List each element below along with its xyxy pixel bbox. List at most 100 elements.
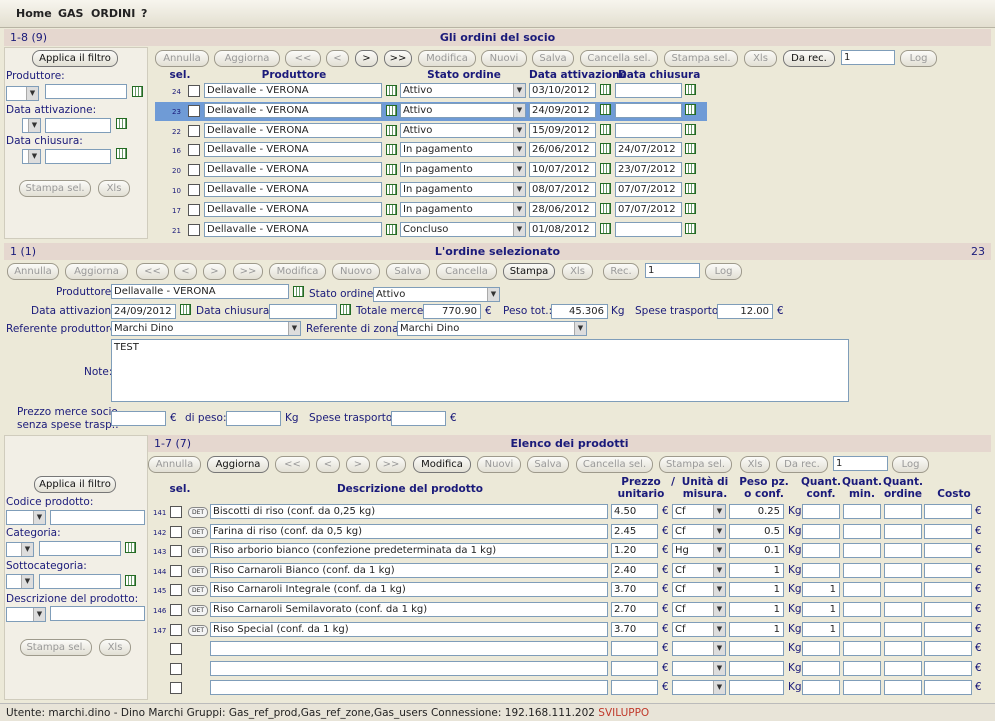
selected-toolbar-button-9[interactable]: Cancella xyxy=(436,263,497,280)
product-weight-field[interactable] xyxy=(729,660,784,676)
products-xls-button[interactable]: Xls xyxy=(99,639,131,656)
calendar-icon[interactable] xyxy=(293,286,304,297)
product-qconf-field[interactable]: 1 xyxy=(802,621,840,637)
filter-code-input[interactable] xyxy=(50,510,145,525)
selected-toolbar-button-5[interactable]: >> xyxy=(233,263,263,280)
product-weight-field[interactable] xyxy=(729,641,784,657)
order-row-checkbox[interactable] xyxy=(188,104,200,117)
calendar-icon[interactable] xyxy=(600,123,611,135)
selected-log-button[interactable]: Log xyxy=(705,263,742,280)
selected-rec-input[interactable]: 1 xyxy=(645,263,700,278)
order-closing-field[interactable] xyxy=(615,122,682,138)
order-producer-field[interactable]: Dellavalle - VERONA xyxy=(204,102,382,118)
selected-toolbar-button-11[interactable]: Xls xyxy=(562,263,593,280)
calendar-icon[interactable] xyxy=(685,123,696,135)
product-unit-select[interactable]: ▼ xyxy=(672,641,726,657)
orders-print-selected-button[interactable]: Stampa sel. xyxy=(19,180,91,197)
filter-producer-op-select[interactable]: ▼ xyxy=(6,86,39,101)
product-qorder-field[interactable] xyxy=(884,582,922,598)
orders-toolbar-button-10[interactable]: Stampa sel. xyxy=(664,50,738,67)
calendar-icon[interactable] xyxy=(132,86,143,97)
products-toolbar-button-1[interactable]: Aggiorna xyxy=(207,456,269,473)
product-qorder-field[interactable] xyxy=(884,680,922,696)
product-price-field[interactable]: 4.50 xyxy=(611,504,658,519)
selected-toolbar-button-3[interactable]: < xyxy=(174,263,197,280)
filter-activation-op-select[interactable]: ▼ xyxy=(22,118,41,133)
sel-producer-field[interactable]: Dellavalle - VERONA xyxy=(111,284,289,299)
orders-toolbar-button-5[interactable]: >> xyxy=(384,50,412,67)
order-closing-field[interactable]: 07/07/2012 xyxy=(615,201,682,217)
calendar-icon[interactable] xyxy=(386,124,397,136)
order-status-select[interactable]: Concluso ▼ xyxy=(400,221,526,237)
orders-log-button[interactable]: Log xyxy=(900,50,937,67)
product-qconf-field[interactable] xyxy=(802,641,840,657)
calendar-icon[interactable] xyxy=(685,143,696,155)
products-toolbar-button-11[interactable]: Xls xyxy=(740,456,770,473)
orders-toolbar-button-6[interactable]: Modifica xyxy=(418,50,476,67)
product-row-checkbox[interactable] xyxy=(170,584,182,597)
orders-rec-input[interactable]: 1 xyxy=(841,50,895,65)
orders-toolbar-button-2[interactable]: << xyxy=(285,50,321,67)
products-log-button[interactable]: Log xyxy=(892,456,929,473)
calendar-icon[interactable] xyxy=(180,304,191,315)
product-qmin-field[interactable] xyxy=(843,523,881,539)
order-activation-field[interactable]: 15/09/2012 xyxy=(529,122,596,138)
selected-toolbar-button-7[interactable]: Nuovo xyxy=(332,263,380,280)
orders-apply-filter-button[interactable]: Applica il filtro xyxy=(32,50,118,67)
product-qconf-field[interactable] xyxy=(802,660,840,676)
products-toolbar-button-10[interactable]: Stampa sel. xyxy=(659,456,732,473)
sel-of-weight-field[interactable] xyxy=(226,411,281,426)
orders-toolbar-button-9[interactable]: Cancella sel. xyxy=(580,50,658,67)
order-status-select[interactable]: Attivo ▼ xyxy=(400,102,526,118)
product-qorder-field[interactable] xyxy=(884,660,922,676)
product-detail-button[interactable]: DET xyxy=(188,546,208,558)
filter-subcategory-op-select[interactable]: ▼ xyxy=(6,574,34,589)
product-qconf-field[interactable]: 1 xyxy=(802,602,840,617)
product-price-field[interactable]: 2.70 xyxy=(611,602,658,617)
product-qorder-field[interactable] xyxy=(884,543,922,559)
product-description-field[interactable] xyxy=(210,660,608,676)
product-description-field[interactable]: Riso Carnaroli Integrale (conf. da 1 kg) xyxy=(210,582,608,598)
sel-shipping2-field[interactable] xyxy=(391,411,446,426)
product-description-field[interactable] xyxy=(210,680,608,696)
product-qconf-field[interactable] xyxy=(802,523,840,539)
products-toolbar-button-7[interactable]: Nuovi xyxy=(477,456,521,473)
product-unit-select[interactable]: Cf ▼ xyxy=(672,582,726,598)
products-toolbar-button-6[interactable]: Modifica xyxy=(413,456,471,473)
product-unit-select[interactable]: Cf ▼ xyxy=(672,504,726,519)
product-row-checkbox[interactable] xyxy=(170,643,182,656)
product-price-field[interactable] xyxy=(611,680,658,696)
calendar-icon[interactable] xyxy=(600,183,611,194)
menu-ordini[interactable]: ORDINI xyxy=(91,7,135,20)
order-status-select[interactable]: Attivo ▼ xyxy=(400,122,526,138)
sel-ref-prod-select[interactable]: Marchi Dino ▼ xyxy=(111,321,301,336)
calendar-icon[interactable] xyxy=(386,104,397,116)
filter-subcategory-input[interactable] xyxy=(39,574,121,589)
order-closing-field[interactable]: 23/07/2012 xyxy=(615,162,682,178)
product-qmin-field[interactable] xyxy=(843,621,881,637)
product-price-field[interactable] xyxy=(611,641,658,657)
order-producer-field[interactable]: Dellavalle - VERONA xyxy=(204,182,382,197)
selected-toolbar-button-2[interactable]: << xyxy=(136,263,169,280)
product-description-field[interactable] xyxy=(210,641,608,657)
product-qmin-field[interactable] xyxy=(843,562,881,578)
orders-toolbar-button-0[interactable]: Annulla xyxy=(155,50,209,67)
order-row-checkbox[interactable] xyxy=(188,223,200,236)
product-qorder-field[interactable] xyxy=(884,504,922,519)
product-qconf-field[interactable] xyxy=(802,543,840,559)
calendar-icon[interactable] xyxy=(340,304,351,315)
product-price-field[interactable]: 2.45 xyxy=(611,523,658,539)
calendar-icon[interactable] xyxy=(386,223,397,235)
product-row-checkbox[interactable] xyxy=(170,525,182,538)
product-weight-field[interactable]: 0.1 xyxy=(729,543,784,559)
products-apply-filter-button[interactable]: Applica il filtro xyxy=(34,476,116,493)
order-status-select[interactable]: In pagamento ▼ xyxy=(400,201,526,217)
selected-toolbar-button-8[interactable]: Salva xyxy=(386,263,430,280)
product-weight-field[interactable]: 1 xyxy=(729,621,784,637)
product-detail-button[interactable]: DET xyxy=(188,565,208,577)
order-producer-field[interactable]: Dellavalle - VERONA xyxy=(204,142,382,158)
product-price-field[interactable]: 3.70 xyxy=(611,582,658,598)
sel-weight-field[interactable]: 45.306 xyxy=(551,304,608,319)
calendar-icon[interactable] xyxy=(685,202,696,214)
product-row-checkbox[interactable] xyxy=(170,564,182,577)
